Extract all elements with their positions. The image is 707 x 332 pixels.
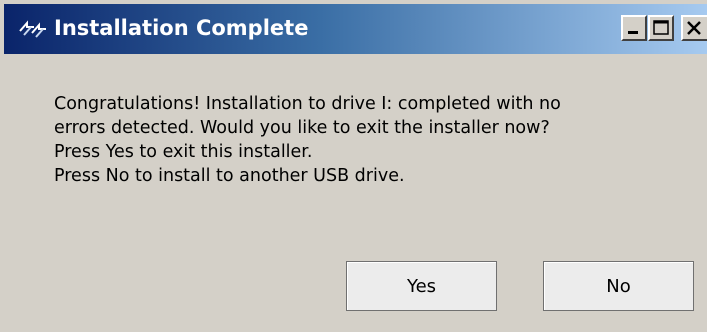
message-line: Press No to install to another USB drive… (54, 166, 405, 186)
no-button[interactable]: No (543, 261, 694, 311)
maximize-button[interactable] (648, 15, 674, 41)
window-title: Installation Complete (54, 16, 309, 40)
message-line: Press Yes to exit this installer. (54, 142, 313, 162)
installer-arrows-icon (18, 17, 48, 41)
close-button[interactable] (681, 15, 707, 41)
installation-complete-dialog: Installation Complete Congratulations! I… (0, 0, 707, 332)
message-line: Congratulations! Installation to drive I… (54, 94, 561, 114)
yes-button[interactable]: Yes (346, 261, 497, 311)
message-line: errors detected. Would you like to exit … (54, 118, 550, 138)
title-bar[interactable]: Installation Complete (4, 4, 707, 54)
message-text: Congratulations! Installation to drive I… (54, 92, 654, 188)
minimize-button[interactable] (621, 15, 647, 41)
